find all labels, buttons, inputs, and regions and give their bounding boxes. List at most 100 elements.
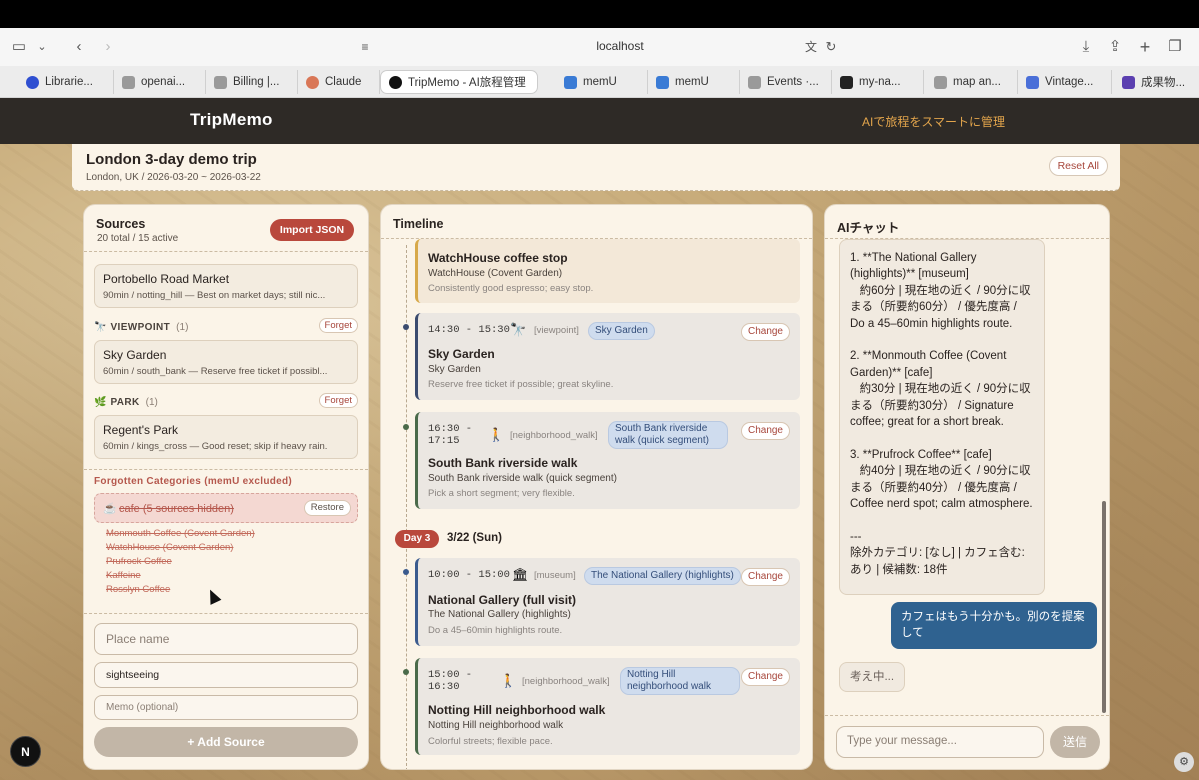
- event-kind: [neighborhood_walk]: [510, 430, 598, 441]
- event-source-pill[interactable]: South Bank riverside walk (quick segment…: [608, 421, 728, 449]
- sources-panel: Sources 20 total / 15 active Import JSON…: [83, 204, 369, 770]
- category-select[interactable]: sightseeing: [94, 662, 358, 688]
- event-source-pill[interactable]: Sky Garden: [588, 322, 655, 340]
- n-badge-icon[interactable]: N: [10, 736, 41, 767]
- event-place: The National Gallery (highlights): [428, 609, 571, 620]
- tab-favicon: [564, 75, 577, 89]
- hidden-source: Rosslyn Coffee: [106, 584, 171, 595]
- timeline-panel: Timeline WatchHouse coffee stop WatchHou…: [380, 204, 813, 770]
- timeline-event[interactable]: 10:00 - 15:00 🏛 [museum] The National Ga…: [415, 558, 800, 646]
- day-badge: Day 3: [395, 530, 439, 548]
- hidden-category-label: cafe (5 sources hidden): [119, 503, 234, 515]
- forgotten-categories-heading: Forgotten Categories (memU excluded): [94, 476, 293, 487]
- timeline-dot: [403, 669, 409, 675]
- change-button[interactable]: Change: [740, 422, 790, 440]
- category-count: (1): [176, 321, 189, 333]
- app-header-bar: TripMemo AIで旅程をスマートに管理: [0, 98, 1199, 144]
- tab-favicon: [1122, 75, 1135, 89]
- translate-icon[interactable]: 文: [800, 36, 822, 58]
- back-icon[interactable]: ‹: [68, 36, 90, 58]
- share-icon[interactable]: ⇪: [1104, 36, 1126, 58]
- trip-subtitle: London, UK / 2026-03-20 ~ 2026-03-22: [86, 172, 261, 183]
- browser-tab[interactable]: Librarie...: [18, 70, 114, 94]
- page-menu-icon[interactable]: ≡: [354, 36, 376, 58]
- event-note: Consistently good espresso; easy stop.: [428, 283, 594, 294]
- browser-toolbar: ▭ ⌄ ‹ › ≡ localhost 文 ↻ ⤓ ⇪ + ❐: [0, 28, 1199, 66]
- browser-tab[interactable]: Events ·...: [740, 70, 832, 94]
- import-json-button[interactable]: Import JSON: [270, 219, 354, 241]
- tab-favicon: [656, 75, 669, 89]
- source-meta: 60min / kings_cross — Good reset; skip i…: [103, 441, 328, 452]
- add-source-button[interactable]: + Add Source: [94, 727, 358, 757]
- timeline-event[interactable]: WatchHouse coffee stop WatchHouse (Coven…: [415, 239, 800, 303]
- source-name: Portobello Road Market: [103, 272, 230, 286]
- url-bar[interactable]: localhost: [560, 39, 680, 53]
- timeline-dot: [403, 324, 409, 330]
- reset-all-button[interactable]: Reset All: [1048, 156, 1108, 176]
- event-place: Sky Garden: [428, 364, 481, 375]
- hidden-source: WatchHouse (Covent Garden): [106, 542, 234, 553]
- event-source-pill[interactable]: Notting Hill neighborhood walk: [620, 667, 740, 695]
- change-button[interactable]: Change: [740, 323, 790, 341]
- source-card[interactable]: Sky Garden 60min / south_bank — Reserve …: [94, 340, 358, 384]
- sidebar-toggle-icon[interactable]: ▭: [8, 36, 30, 58]
- user-message: カフェはもう十分かも。別のを提案して: [891, 602, 1097, 649]
- event-title: Sky Garden: [428, 347, 495, 361]
- divider: [84, 469, 368, 470]
- browser-tab[interactable]: memU: [556, 70, 648, 94]
- event-time: 15:00 - 16:30: [428, 669, 473, 693]
- browser-tab[interactable]: 成果物...: [1114, 70, 1194, 94]
- browser-tab[interactable]: Vintage...: [1018, 70, 1112, 94]
- source-name: Sky Garden: [103, 348, 167, 362]
- reload-icon[interactable]: ↻: [820, 36, 842, 58]
- divider: [825, 715, 1109, 716]
- source-card[interactable]: Portobello Road Market 90min / notting_h…: [94, 264, 358, 308]
- change-button[interactable]: Change: [740, 668, 790, 686]
- browser-tab[interactable]: my-na...: [832, 70, 924, 94]
- chevron-down-icon[interactable]: ⌄: [31, 36, 53, 58]
- tab-overview-icon[interactable]: ❐: [1164, 36, 1186, 58]
- forward-icon[interactable]: ›: [97, 36, 119, 58]
- timeline-event[interactable]: 14:30 - 15:30 🔭 [viewpoint] Sky Garden C…: [415, 313, 800, 400]
- timeline-event[interactable]: 16:30 - 17:15 🚶 [neighborhood_walk] Sout…: [415, 412, 800, 509]
- tab-favicon: [934, 75, 947, 89]
- tab-bar: Librarie... openai... Billing |... Claud…: [0, 66, 1199, 98]
- tab-favicon: [306, 75, 319, 89]
- trip-header: London 3-day demo trip London, UK / 2026…: [72, 144, 1120, 191]
- change-button[interactable]: Change: [740, 568, 790, 586]
- download-icon[interactable]: ⤓: [1075, 36, 1097, 58]
- source-card[interactable]: Regent's Park 60min / kings_cross — Good…: [94, 415, 358, 459]
- timeline-dot: [403, 569, 409, 575]
- new-tab-icon[interactable]: +: [1134, 36, 1156, 58]
- forget-button[interactable]: Forget: [318, 318, 358, 333]
- browser-tab[interactable]: Claude: [298, 70, 380, 94]
- chat-message-input[interactable]: Type your message...: [836, 726, 1044, 758]
- event-note: Colorful streets; flexible pace.: [428, 736, 553, 747]
- browser-tab-active[interactable]: TripMemo - AI旅程管理: [380, 70, 538, 94]
- browser-tab[interactable]: map an...: [926, 70, 1018, 94]
- forget-button[interactable]: Forget: [318, 393, 358, 408]
- event-title: Notting Hill neighborhood walk: [428, 703, 606, 717]
- accessibility-icon[interactable]: ⚙: [1174, 752, 1194, 772]
- event-title: National Gallery (full visit): [428, 593, 577, 607]
- app-brand[interactable]: TripMemo: [190, 110, 273, 130]
- tab-favicon: [122, 75, 135, 89]
- browser-tab[interactable]: Billing |...: [206, 70, 298, 94]
- category-row-viewpoint: 🔭 VIEWPOINT (1) Forget: [94, 318, 358, 336]
- hidden-source: Monmouth Coffee (Covent Garden): [106, 528, 255, 539]
- category-row-park: 🌿 PARK (1) Forget: [94, 393, 358, 411]
- memo-input[interactable]: Memo (optional): [94, 695, 358, 720]
- send-button[interactable]: 送信: [1050, 726, 1100, 758]
- timeline-event[interactable]: 15:00 - 16:30 🚶 [neighborhood_walk] Nott…: [415, 658, 800, 755]
- source-meta: 90min / notting_hill — Best on market da…: [103, 290, 326, 301]
- divider: [84, 251, 368, 252]
- event-source-pill[interactable]: The National Gallery (highlights): [584, 567, 741, 585]
- forgotten-category-cafe: ☕ cafe (5 sources hidden) Restore: [94, 493, 358, 523]
- event-note: Reserve free ticket if possible; great s…: [428, 379, 614, 390]
- browser-tab[interactable]: memU: [648, 70, 740, 94]
- browser-tab[interactable]: openai...: [114, 70, 206, 94]
- restore-button[interactable]: Restore: [303, 500, 351, 516]
- chat-scrollbar[interactable]: [1102, 501, 1106, 713]
- place-name-input[interactable]: Place name: [94, 623, 358, 655]
- timeline-dot: [403, 424, 409, 430]
